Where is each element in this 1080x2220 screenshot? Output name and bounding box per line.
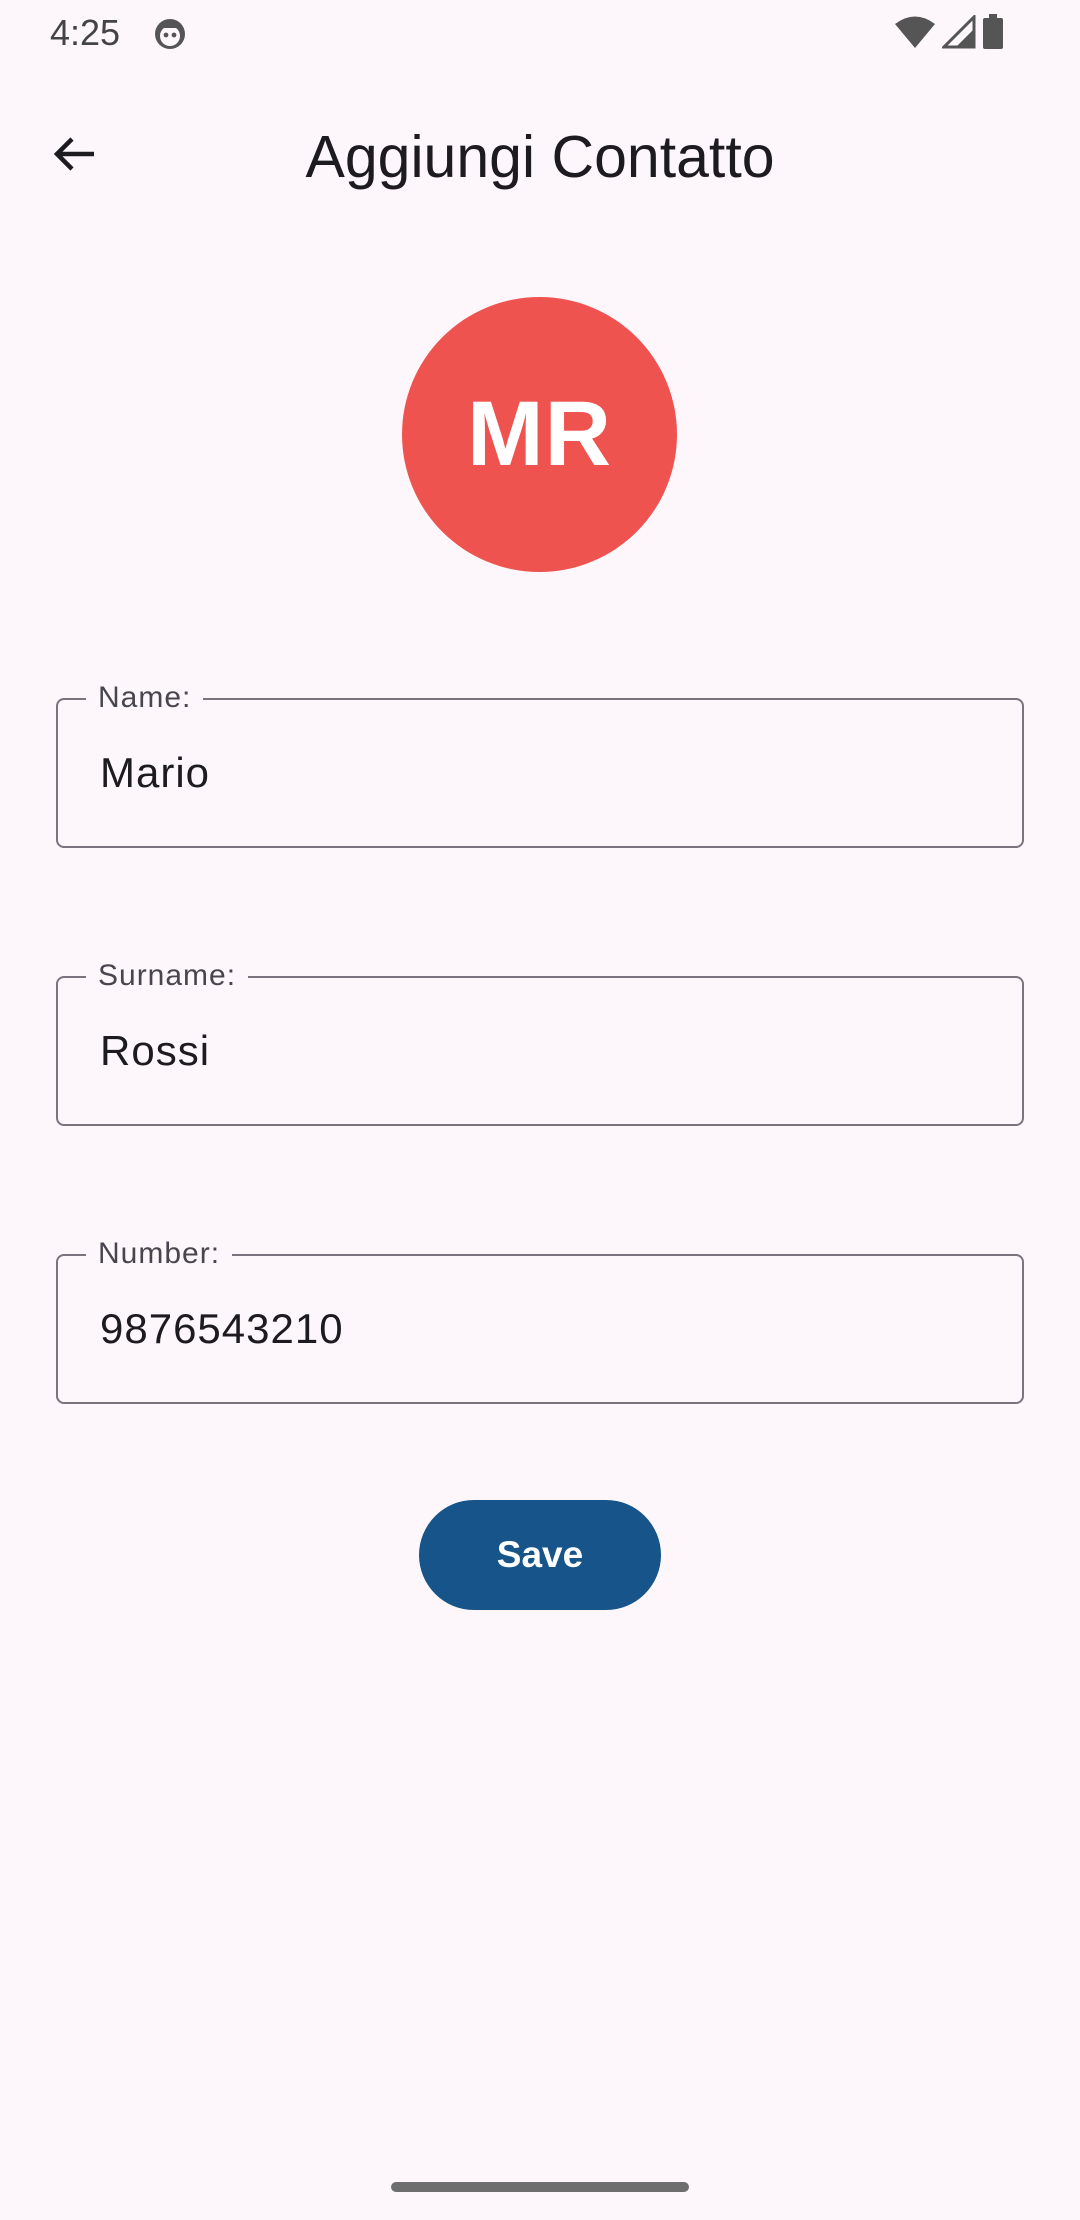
avatar: MR (402, 297, 677, 572)
surname-field-value[interactable]: Rossi (100, 978, 210, 1124)
battery-icon (982, 13, 1004, 55)
top-app-bar: Aggiungi Contatto (0, 100, 1080, 212)
page-title: Aggiungi Contatto (305, 124, 775, 190)
number-field[interactable]: Number: 9876543210 (56, 1234, 1024, 1404)
number-field-value[interactable]: 9876543210 (100, 1256, 344, 1402)
debug-icon (152, 16, 188, 52)
status-time: 4:25 (50, 12, 121, 53)
wifi-icon (894, 15, 936, 54)
status-bar: 4:25 (0, 0, 1080, 66)
cell-signal-icon (940, 12, 976, 54)
name-field-value[interactable]: Mario (100, 700, 210, 846)
save-button[interactable]: Save (419, 1500, 661, 1610)
name-field[interactable]: Name: Mario (56, 678, 1024, 848)
avatar-initials: MR (466, 383, 613, 485)
status-icons (894, 12, 1004, 55)
surname-field[interactable]: Surname: Rossi (56, 956, 1024, 1126)
gesture-nav-handle[interactable] (391, 2182, 689, 2192)
